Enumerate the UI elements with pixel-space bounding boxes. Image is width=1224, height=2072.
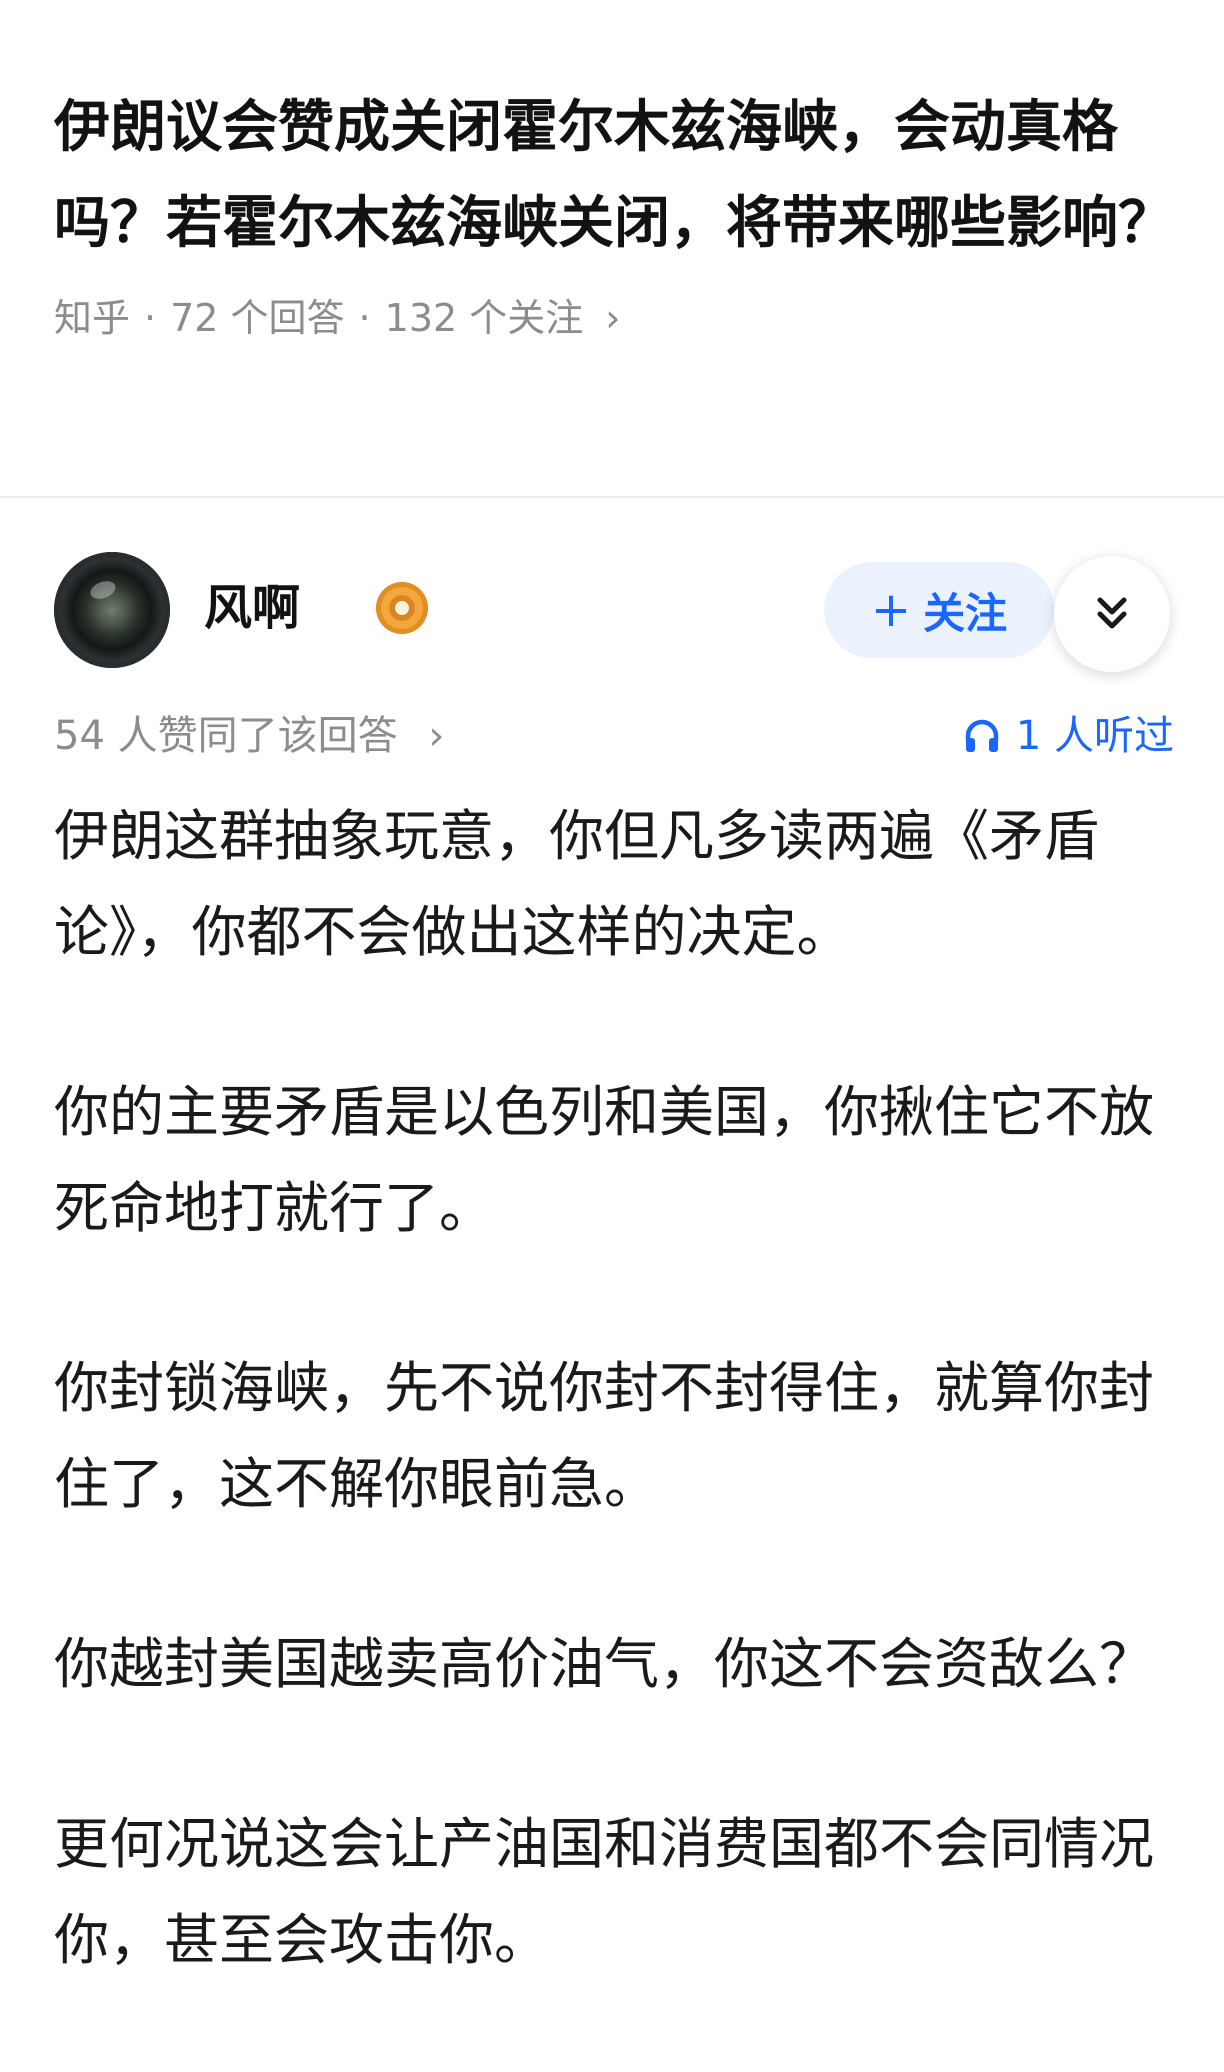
plus-icon: + — [870, 582, 912, 638]
chevron-right-icon: › — [428, 713, 445, 759]
answer-paragraph: 你越封美国越卖高价油气，你这不会资敌么？ — [54, 1632, 1155, 1696]
listened-link[interactable]: 1 人听过 — [962, 706, 1174, 766]
followers-count: 132 个关注 — [384, 296, 584, 340]
answer-paragraph: 伊朗这群抽象玩意，你但凡多读两遍《矛盾论》，你都不会做出这样的决定。 — [54, 804, 1100, 964]
meta-separator: · — [144, 296, 157, 340]
stats-row: 54 人赞同了该回答 › 1 人听过 — [54, 706, 1174, 766]
question-header: 伊朗议会赞成关闭霍尔木兹海峡，会动真格吗？若霍尔木兹海峡关闭，将带来哪些影响？ … — [54, 80, 1174, 346]
meta-separator: · — [358, 296, 371, 340]
follow-button[interactable]: + 关注 — [824, 562, 1054, 658]
answer-paragraph: 你的主要矛盾是以色列和美国，你揪住它不放死命地打就行了。 — [54, 1080, 1155, 1240]
certified-badge-icon — [376, 582, 428, 634]
double-chevron-down-icon — [1097, 597, 1127, 629]
answers-count: 72 个回答 — [170, 296, 345, 340]
question-meta[interactable]: 知乎 · 72 个回答 · 132 个关注 › — [54, 290, 1174, 346]
follow-label: 关注 — [923, 588, 1008, 638]
question-source: 知乎 — [54, 296, 131, 340]
chevron-right-icon: › — [605, 296, 621, 340]
votes-link[interactable]: 54 人赞同了该回答 › — [54, 706, 444, 766]
headphones-icon — [965, 719, 999, 752]
listened-text: 1 人听过 — [1015, 713, 1174, 759]
expand-more-button[interactable] — [1054, 556, 1170, 672]
answer-paragraph: 你封锁海峡，先不说你封不封得住，就算你封住了，这不解你眼前急。 — [54, 1356, 1155, 1516]
author-name[interactable]: 风啊 — [204, 576, 300, 640]
votes-text: 54 人赞同了该回答 — [54, 713, 398, 759]
section-divider — [0, 496, 1224, 498]
question-title[interactable]: 伊朗议会赞成关闭霍尔木兹海峡，会动真格吗？若霍尔木兹海峡关闭，将带来哪些影响？ — [54, 80, 1174, 272]
avatar[interactable] — [54, 552, 170, 668]
answer-body: 伊朗这群抽象玩意，你但凡多读两遍《矛盾论》，你都不会做出这样的决定。 你的主要矛… — [54, 788, 1184, 2072]
author-row: 风啊 + 关注 — [54, 552, 1174, 672]
answer-paragraph: 更何况说这会让产油国和消费国都不会同情况你，甚至会攻击你。 — [54, 1812, 1155, 1972]
